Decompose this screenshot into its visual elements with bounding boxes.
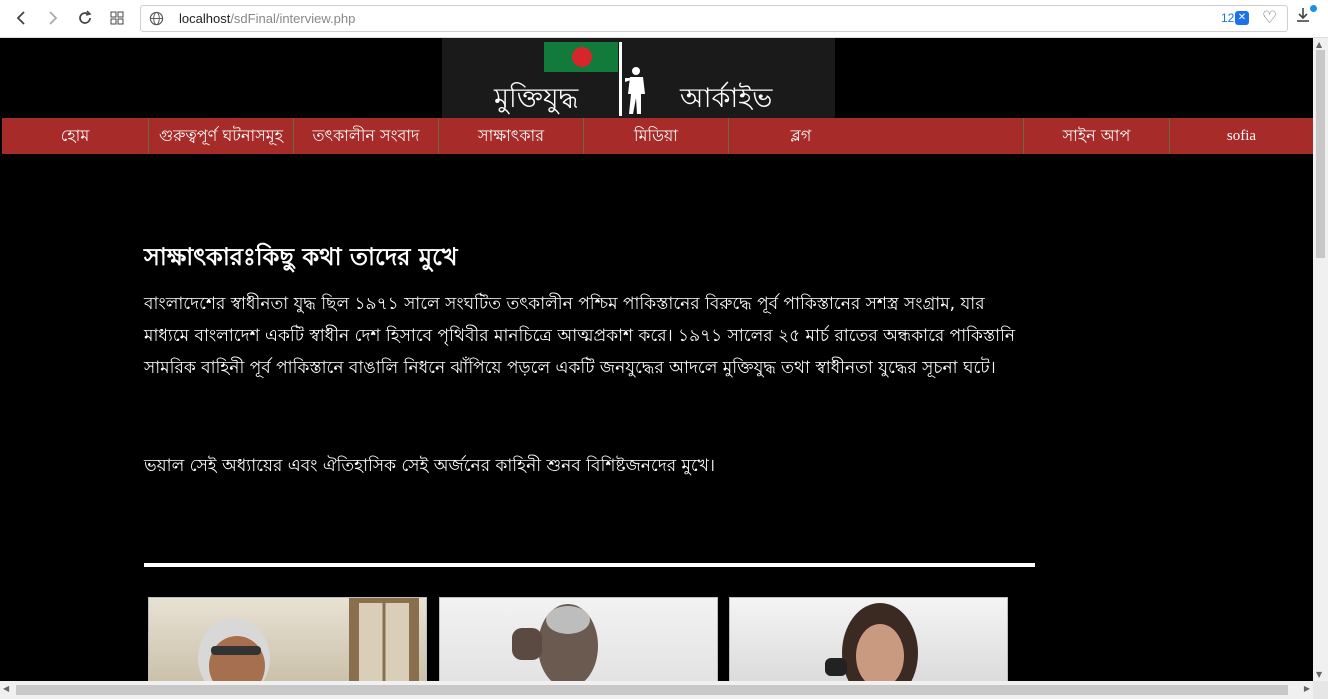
logo-text-left: মুক্তিযুদ্ধ xyxy=(494,83,579,114)
scroll-down-icon[interactable]: ▼ xyxy=(1316,670,1322,679)
main-menu: হোম গুরুত্বপূর্ণ ঘটনাসমূহ তৎকালীন সংবাদ … xyxy=(2,118,1313,154)
site-logo[interactable]: মুক্তিযুদ্ধ আর্কাইভ xyxy=(442,38,835,118)
reload-icon[interactable] xyxy=(73,7,97,29)
page-content: মুক্তিযুদ্ধ আর্কাইভ হোম গুরুত্বপূর্ণ ঘটন… xyxy=(2,38,1313,681)
soldier-figure-icon xyxy=(625,67,645,114)
download-icon[interactable] xyxy=(1296,7,1310,27)
address-bar[interactable]: localhost/sdFinal/interview.php 12 ✕ xyxy=(140,5,1288,32)
forward-icon[interactable] xyxy=(41,7,65,29)
tabs-grid-icon[interactable] xyxy=(105,7,129,29)
globe-icon xyxy=(149,11,164,26)
blocked-count: 12 xyxy=(1221,11,1235,25)
menu-item-blog[interactable]: ব্লগ xyxy=(728,118,873,154)
interview-card-1[interactable] xyxy=(148,597,427,681)
logo-text-right: আর্কাইভ xyxy=(680,83,773,114)
menu-item-signup[interactable]: সাইন আপ xyxy=(1023,118,1169,154)
scrollbar-corner xyxy=(1313,681,1328,699)
interview-card-2[interactable] xyxy=(439,597,718,681)
notification-dot xyxy=(1310,5,1317,12)
url-host: localhost xyxy=(179,11,231,26)
flag-circle xyxy=(572,47,592,67)
menu-item-home[interactable]: হোম xyxy=(2,118,148,154)
portrait-image xyxy=(512,604,598,681)
portrait-image xyxy=(825,603,918,681)
scroll-thumb-horizontal[interactable] xyxy=(16,685,1288,695)
menu-item-user[interactable]: sofia xyxy=(1169,118,1313,154)
scroll-up-icon[interactable]: ▲ xyxy=(1316,40,1322,49)
menu-item-news[interactable]: তৎকালীন সংবাদ xyxy=(293,118,438,154)
flag-pole xyxy=(619,42,622,116)
intro-paragraph-2: ভয়াল সেই অধ্যায়ের এবং ঐতিহাসিক সেই অর্… xyxy=(144,456,715,476)
scroll-left-icon[interactable]: ◀ xyxy=(3,684,9,693)
scroll-thumb[interactable] xyxy=(1316,50,1325,258)
page-title: সাক্ষাৎকারঃকিছু কথা তাদের মুখে xyxy=(144,243,458,271)
interview-card-3[interactable] xyxy=(729,597,1008,681)
section-divider xyxy=(144,563,1035,567)
menu-item-interview[interactable]: সাক্ষাৎকার xyxy=(438,118,583,154)
browser-toolbar: localhost/sdFinal/interview.php 12 ✕ ♡ xyxy=(0,0,1328,38)
url-path: /sdFinal/interview.php xyxy=(230,11,356,26)
back-icon[interactable] xyxy=(9,7,33,29)
menu-item-media[interactable]: মিডিয়া xyxy=(583,118,728,154)
scroll-right-icon[interactable]: ▶ xyxy=(1304,684,1310,693)
horizontal-scrollbar[interactable]: ◀ ▶ xyxy=(0,681,1313,699)
menu-item-events[interactable]: গুরুত্বপূর্ণ ঘটনাসমূহ xyxy=(148,118,293,154)
vertical-scrollbar[interactable]: ▲ ▼ xyxy=(1313,38,1328,681)
portrait-image xyxy=(198,598,419,681)
url-text[interactable]: localhost/sdFinal/interview.php xyxy=(179,11,355,26)
heart-icon[interactable]: ♡ xyxy=(1262,8,1277,28)
shield-icon[interactable]: ✕ xyxy=(1235,11,1249,25)
intro-paragraph: বাংলাদেশের স্বাধীনতা যুদ্ধ ছিল ১৯৭১ সালে… xyxy=(144,294,1016,378)
